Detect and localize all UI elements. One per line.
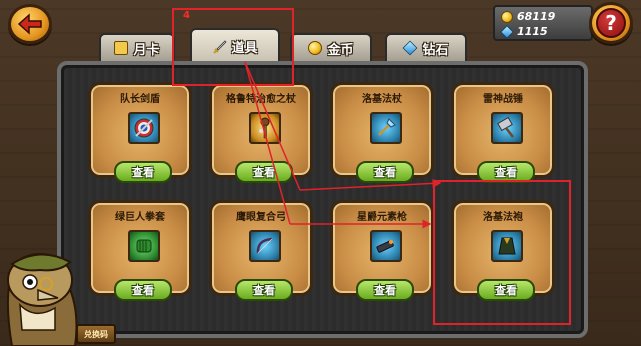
- scepter-icon: [370, 112, 402, 144]
- item-card: 雷神战锤 查看: [451, 82, 555, 183]
- item-card: 队长剑盾 查看: [88, 82, 192, 183]
- question-icon: ?: [596, 8, 626, 38]
- item-name: 队长剑盾: [120, 94, 160, 105]
- bow-icon: [249, 230, 281, 262]
- item-card: 洛基法杖 查看: [330, 82, 434, 183]
- diamond-icon: [403, 40, 418, 56]
- back-button[interactable]: [8, 4, 52, 44]
- item-name: 雷神战锤: [483, 94, 523, 105]
- gem-icon: [500, 24, 514, 39]
- view-button[interactable]: 查看: [114, 279, 172, 301]
- fist-icon: [128, 230, 160, 262]
- highlight-box-loki-robe: [433, 180, 571, 325]
- item-name: 星爵元素枪: [357, 212, 407, 223]
- item-card: 星爵元素枪 查看: [330, 200, 434, 301]
- item-card: 鹰眼复合弓 查看: [209, 200, 313, 301]
- coin-icon: [501, 10, 513, 23]
- tab-label: 钻石: [422, 42, 449, 58]
- gun-icon: [370, 230, 402, 262]
- view-button[interactable]: 查看: [356, 279, 414, 301]
- tab-month-card[interactable]: 月卡: [99, 33, 175, 61]
- item-name: 鹰眼复合弓: [236, 212, 286, 223]
- view-button[interactable]: 查看: [235, 279, 293, 301]
- shield-icon: [128, 112, 160, 144]
- tab-label: 金币: [327, 42, 354, 58]
- hammer-icon: [491, 112, 523, 144]
- staff-icon: [249, 112, 281, 144]
- view-button[interactable]: 查看: [356, 161, 414, 183]
- view-button[interactable]: 查看: [235, 161, 293, 183]
- month-card-icon: [114, 41, 129, 55]
- back-arrow-icon: [17, 13, 42, 35]
- gem-amount: 1115: [517, 25, 548, 38]
- coin-amount: 68119: [517, 10, 556, 23]
- coin-icon: [308, 41, 323, 55]
- item-name: 绿巨人拳套: [115, 212, 165, 223]
- view-button[interactable]: 查看: [114, 161, 172, 183]
- tab-diamonds[interactable]: 钻石: [385, 33, 467, 61]
- tab-coins[interactable]: 金币: [290, 33, 372, 61]
- coin-counter: 68119: [501, 9, 585, 24]
- tab-label: 月卡: [133, 42, 160, 58]
- item-name: 格鲁特治愈之杖: [226, 94, 296, 105]
- item-name: 洛基法杖: [362, 94, 402, 105]
- help-button[interactable]: ?: [589, 2, 633, 44]
- highlight-box-items-tab: [172, 8, 294, 86]
- currency-display: 68119 1115: [493, 5, 593, 41]
- item-card: 格鲁特治愈之杖 查看: [209, 82, 313, 183]
- redeem-code-tag[interactable]: 兑换码: [76, 324, 116, 344]
- gem-counter: 1115: [500, 24, 585, 39]
